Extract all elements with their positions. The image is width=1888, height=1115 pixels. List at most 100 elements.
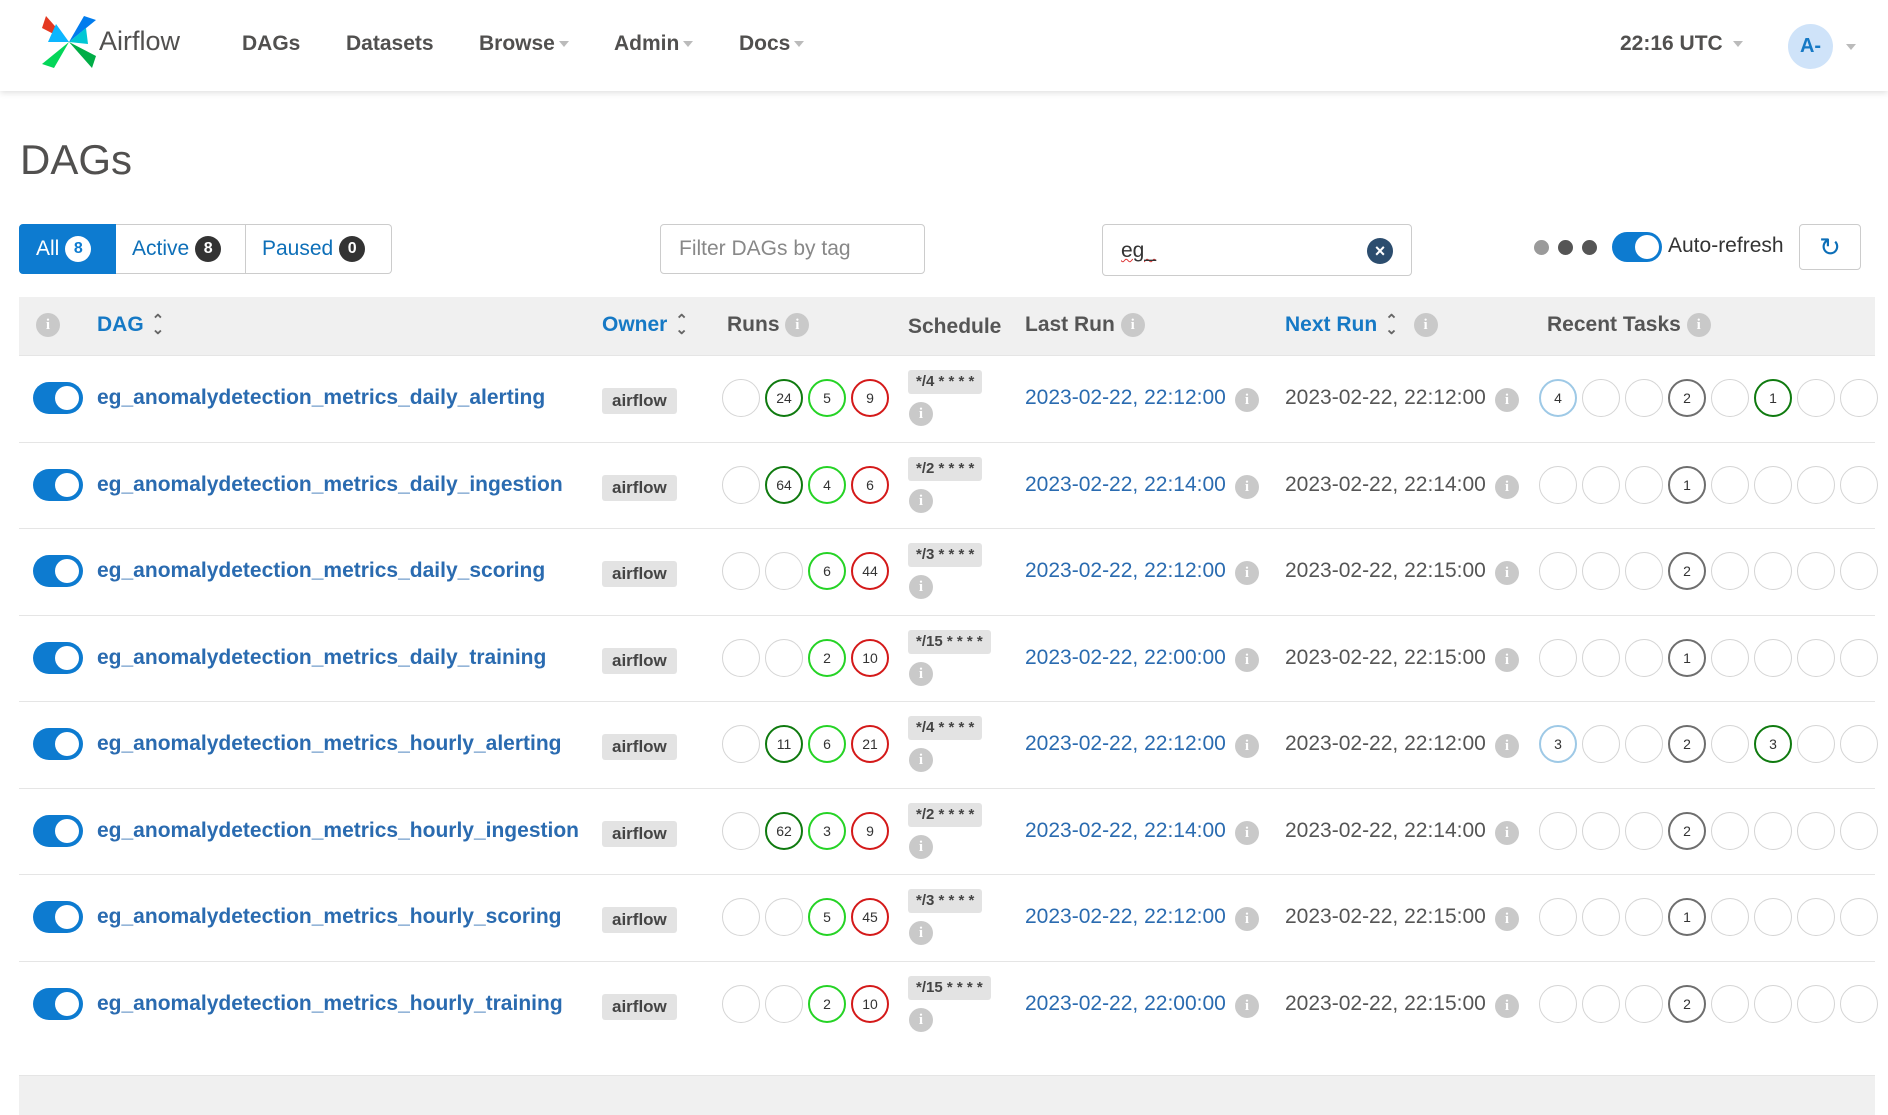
- brand-name[interactable]: Airflow: [99, 26, 180, 57]
- select-info-icon[interactable]: i: [36, 313, 60, 338]
- task-state-circle[interactable]: [1797, 638, 1835, 677]
- info-icon[interactable]: i: [1120, 313, 1145, 338]
- run-state-circle[interactable]: [722, 379, 760, 417]
- task-state-circle[interactable]: 2: [1668, 811, 1706, 850]
- info-icon[interactable]: i: [909, 575, 933, 599]
- task-state-circle[interactable]: [1711, 898, 1749, 936]
- task-state-circle[interactable]: [1754, 552, 1792, 590]
- utc-clock[interactable]: 22:16 UTC: [1620, 32, 1743, 56]
- task-state-circle[interactable]: [1840, 725, 1878, 763]
- schedule-tag[interactable]: */4 * * * *: [908, 370, 983, 394]
- task-state-circle[interactable]: [1797, 552, 1835, 590]
- owner-tag[interactable]: airflow: [602, 561, 677, 587]
- info-icon[interactable]: i: [1235, 820, 1259, 845]
- dag-pause-toggle[interactable]: [33, 382, 83, 414]
- task-state-circle[interactable]: [1539, 552, 1577, 590]
- dag-pause-toggle[interactable]: [33, 901, 83, 933]
- run-state-circle[interactable]: [722, 898, 760, 936]
- task-state-circle[interactable]: [1840, 638, 1878, 677]
- info-icon[interactable]: i: [1495, 474, 1519, 499]
- info-icon[interactable]: i: [1495, 734, 1519, 758]
- task-state-circle[interactable]: [1625, 552, 1663, 590]
- last-run-link[interactable]: 2023-02-22, 22:14:00: [1025, 473, 1226, 497]
- task-state-circle[interactable]: [1711, 638, 1749, 677]
- last-run-link[interactable]: 2023-02-22, 22:00:00: [1025, 992, 1226, 1016]
- info-icon[interactable]: i: [909, 748, 933, 772]
- task-state-circle[interactable]: [1711, 552, 1749, 590]
- owner-tag[interactable]: airflow: [602, 993, 677, 1020]
- info-icon[interactable]: i: [1413, 313, 1438, 338]
- tag-filter-input[interactable]: [660, 224, 925, 274]
- run-state-circle[interactable]: [722, 725, 760, 763]
- task-state-circle[interactable]: [1539, 811, 1577, 850]
- dag-pause-toggle[interactable]: [33, 987, 83, 1020]
- owner-tag[interactable]: airflow: [602, 474, 677, 501]
- task-state-circle[interactable]: [1539, 638, 1577, 677]
- auto-refresh-toggle[interactable]: [1612, 232, 1662, 262]
- schedule-tag[interactable]: */2 * * * *: [908, 802, 983, 827]
- task-state-circle[interactable]: [1582, 984, 1620, 1023]
- schedule-tag[interactable]: */3 * * * *: [908, 543, 983, 567]
- run-state-circle[interactable]: [765, 552, 803, 590]
- run-state-circle[interactable]: 10: [851, 984, 889, 1023]
- dag-link[interactable]: eg_anomalydetection_metrics_daily_alerti…: [97, 386, 545, 410]
- run-state-circle[interactable]: [722, 984, 760, 1023]
- run-state-circle[interactable]: 5: [808, 898, 846, 936]
- run-state-circle[interactable]: 2: [808, 984, 846, 1023]
- info-icon[interactable]: i: [909, 661, 933, 686]
- schedule-tag[interactable]: */15 * * * *: [908, 975, 991, 1000]
- info-icon[interactable]: i: [909, 921, 933, 945]
- task-state-circle[interactable]: [1539, 898, 1577, 936]
- task-state-circle[interactable]: [1797, 465, 1835, 504]
- info-icon[interactable]: i: [1495, 647, 1519, 672]
- info-icon[interactable]: i: [1235, 734, 1259, 758]
- task-state-circle[interactable]: [1797, 898, 1835, 936]
- run-state-circle[interactable]: [722, 811, 760, 850]
- run-state-circle[interactable]: 10: [851, 638, 889, 677]
- dag-pause-toggle[interactable]: [33, 641, 83, 674]
- task-state-circle[interactable]: 2: [1668, 552, 1706, 590]
- task-state-circle[interactable]: [1625, 638, 1663, 677]
- dag-link[interactable]: eg_anomalydetection_metrics_hourly_alert…: [97, 732, 562, 756]
- chevron-down-icon[interactable]: [1846, 44, 1856, 50]
- info-icon[interactable]: i: [1686, 313, 1711, 338]
- info-icon[interactable]: i: [1235, 647, 1259, 672]
- dag-pause-toggle[interactable]: [33, 814, 83, 847]
- run-state-circle[interactable]: 9: [851, 811, 889, 850]
- task-state-circle[interactable]: [1582, 465, 1620, 504]
- task-state-circle[interactable]: [1625, 898, 1663, 936]
- info-icon[interactable]: i: [1495, 993, 1519, 1018]
- schedule-tag[interactable]: */3 * * * *: [908, 889, 983, 913]
- task-state-circle[interactable]: 2: [1668, 379, 1706, 417]
- task-state-circle[interactable]: [1582, 552, 1620, 590]
- column-owner[interactable]: Owner ⌃ ⌄: [602, 313, 688, 337]
- task-state-circle[interactable]: 1: [1668, 465, 1706, 504]
- airflow-logo-icon[interactable]: [40, 14, 98, 70]
- info-icon[interactable]: i: [1495, 388, 1519, 412]
- info-icon[interactable]: i: [909, 402, 933, 426]
- run-state-circle[interactable]: [765, 984, 803, 1023]
- last-run-link[interactable]: 2023-02-22, 22:14:00: [1025, 819, 1226, 843]
- dag-pause-toggle[interactable]: [33, 728, 83, 760]
- info-icon[interactable]: i: [1235, 388, 1259, 412]
- nav-datasets[interactable]: Datasets: [346, 32, 434, 56]
- task-state-circle[interactable]: 1: [1668, 898, 1706, 936]
- nav-docs[interactable]: Docs: [739, 32, 805, 56]
- nav-dags[interactable]: DAGs: [242, 32, 300, 56]
- dag-pause-toggle[interactable]: [33, 555, 83, 587]
- owner-tag[interactable]: airflow: [602, 907, 677, 933]
- dag-search-input[interactable]: eg_ ×: [1102, 224, 1412, 276]
- info-icon[interactable]: i: [909, 1007, 933, 1032]
- task-state-circle[interactable]: [1711, 984, 1749, 1023]
- owner-tag[interactable]: airflow: [602, 388, 677, 414]
- run-state-circle[interactable]: 6: [808, 725, 846, 763]
- task-state-circle[interactable]: [1582, 898, 1620, 936]
- clear-search-icon[interactable]: ×: [1367, 238, 1393, 264]
- run-state-circle[interactable]: [722, 638, 760, 677]
- task-state-circle[interactable]: [1797, 811, 1835, 850]
- task-state-circle[interactable]: [1625, 725, 1663, 763]
- column-next-run[interactable]: Next Run ⌃ ⌄ i: [1285, 313, 1438, 338]
- dag-link[interactable]: eg_anomalydetection_metrics_daily_ingest…: [97, 473, 563, 497]
- task-state-circle[interactable]: [1625, 465, 1663, 504]
- task-state-circle[interactable]: [1840, 379, 1878, 417]
